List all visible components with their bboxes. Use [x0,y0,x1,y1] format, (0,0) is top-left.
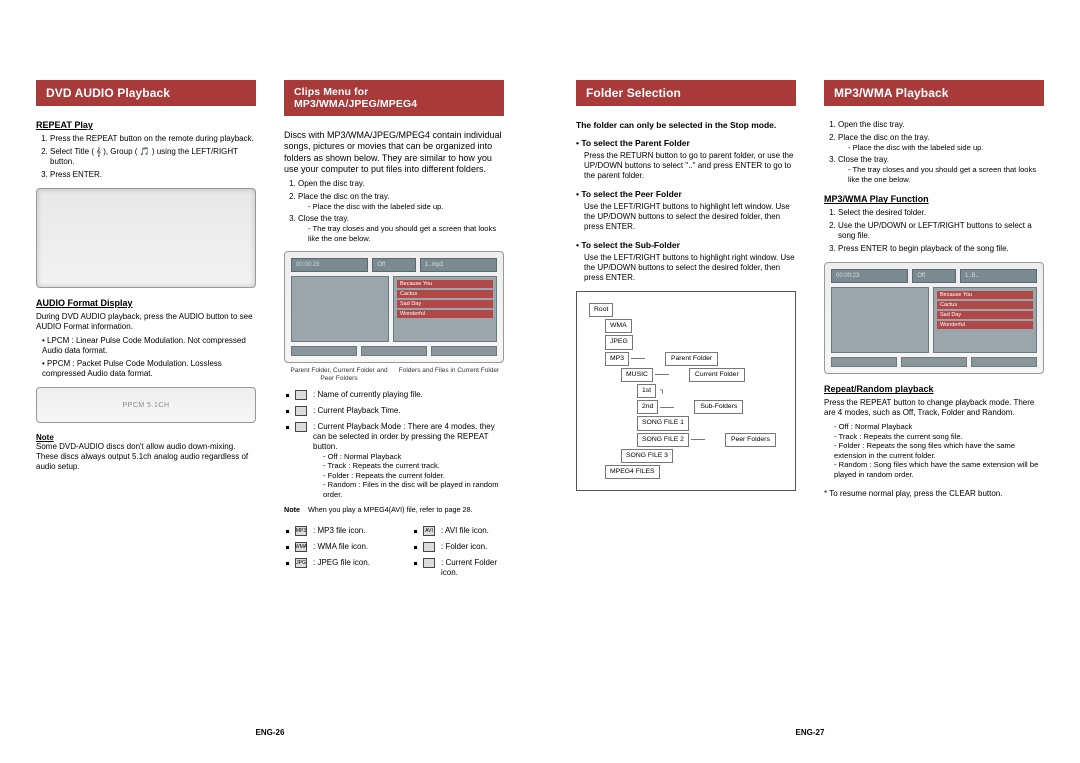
step: Use the UP/DOWN or LEFT/RIGHT buttons to… [838,221,1044,241]
icon-curfolder: : Current Folder icon. [412,558,504,578]
step: Press ENTER. [50,170,256,180]
page-number: ENG-26 [256,728,285,737]
info-name: : Name of currently playing file. [284,390,504,400]
subhead-audio-format: AUDIO Format Display [36,298,256,308]
resume-note: * To resume normal play, press the CLEAR… [824,489,1044,499]
info-mode: : Current Playback Mode : There are 4 mo… [284,422,504,499]
list-item: LPCM : Linear Pulse Code Modulation. Not… [42,336,256,356]
avi-icon: AVI [423,526,435,536]
grp-parent: • To select the Parent Folder [576,138,796,148]
clips-screen: 00:00:23 Off 1..mp3 Because You Cactus S… [284,251,504,363]
col-clips-menu: Clips Menu for MP3/WMA/JPEG/MPEG4 Discs … [284,80,504,735]
step: Open the disc tray. [298,179,504,189]
func-steps: Select the desired folder. Use the UP/DO… [824,208,1044,254]
step: Close the tray. - The tray closes and yo… [838,155,1044,184]
mp3-screen: 00:00:23 Off 1..B.. Because You Cactus S… [824,262,1044,374]
clips-steps: Open the disc tray. Place the disc on th… [284,179,504,243]
wma-icon: WMA [295,542,307,552]
folder-intro: The folder can only be selected in the S… [576,120,796,130]
step: Press the REPEAT button on the remote du… [50,134,256,144]
step: Select the desired folder. [838,208,1044,218]
icon-wma: WMA: WMA file icon. [284,542,376,552]
header-clips-menu: Clips Menu for MP3/WMA/JPEG/MPEG4 [284,80,504,116]
folder-icon [423,542,435,552]
note-label: Note [36,433,256,442]
clips-intro: Discs with MP3/WMA/JPEG/MPEG4 contain in… [284,130,504,175]
clips-right-pane: Because You Cactus Sad Day Wonderful [393,276,497,342]
step: Place the disc on the tray. - Place the … [838,133,1044,152]
clips-captions: Parent Folder, Current Folder and Peer F… [284,367,504,381]
page-number: ENG-27 [796,728,825,737]
step: Press ENTER to begin playback of the son… [838,244,1044,254]
audio-format-intro: During DVD AUDIO playback, press the AUD… [36,312,256,332]
clips-left-pane [291,276,389,342]
clips-note: Note When you play a MPEG4(AVI) file, re… [284,505,504,514]
col-dvd-audio: DVD AUDIO Playback REPEAT Play Press the… [36,80,256,735]
col-folder-selection: Folder Selection The folder can only be … [576,80,796,735]
jpeg-icon: JPG [295,558,307,568]
icon-mp3: MP3: MP3 file icon. [284,526,376,536]
step: Select Title ( 𝄞 ), Group ( 🎵 ) using th… [50,147,256,167]
audio-format-bar: PPCM 5.1CH [36,387,256,423]
icon-avi: AVI: AVI file icon. [412,526,504,536]
subhead-play-func: MP3/WMA Play Function [824,194,1044,204]
audio-format-list: LPCM : Linear Pulse Code Modulation. Not… [36,336,256,379]
icon-jpeg: JPG: JPEG file icon. [284,558,376,568]
info-time: : Current Playback Time. [284,406,504,416]
page-26: DVD AUDIO Playback REPEAT Play Press the… [0,0,540,763]
subhead-repeat-play: REPEAT Play [36,120,256,130]
header-dvd-audio: DVD AUDIO Playback [36,80,256,106]
step: Close the tray. - The tray closes and yo… [298,214,504,243]
list-item: PPCM : Packet Pulse Code Modulation. Los… [42,359,256,379]
subhead-repeat-random: Repeat/Random playback [824,384,1044,394]
grp-peer: • To select the Peer Folder [576,189,796,199]
current-folder-icon [423,558,435,568]
col-mp3-playback: MP3/WMA Playback Open the disc tray. Pla… [824,80,1044,735]
mp3-icon: MP3 [295,526,307,536]
note-text: Some DVD-AUDIO discs don't allow audio d… [36,442,256,472]
grp-sub: • To select the Sub-Folder [576,240,796,250]
step: Place the disc on the tray. - Place the … [298,192,504,211]
screenshot-placeholder [36,188,256,288]
icon-folder: : Folder icon. [412,542,504,552]
repeat-steps: Press the REPEAT button on the remote du… [36,134,256,180]
step: Open the disc tray. [838,120,1044,130]
header-mp3-playback: MP3/WMA Playback [824,80,1044,106]
folder-diagram: Root WMA JPEG MP3Parent Folder MUSICCurr… [576,291,796,491]
mp3-steps: Open the disc tray. Place the disc on th… [824,120,1044,184]
page-27: Folder Selection The folder can only be … [540,0,1080,763]
header-folder-selection: Folder Selection [576,80,796,106]
